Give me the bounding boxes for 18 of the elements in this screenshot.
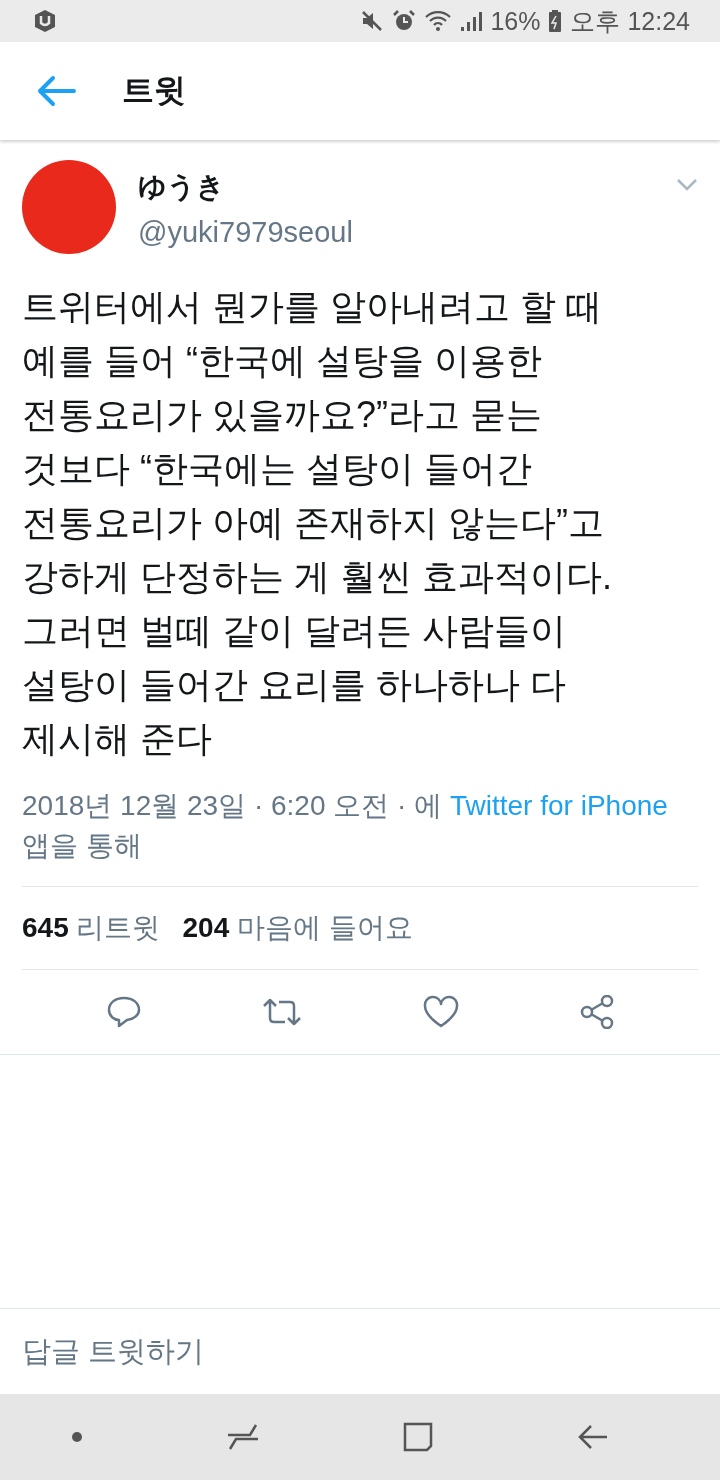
tweet-timestamp: 2018년 12월 23일 · 6:20 오전 · 에 Twitter for iPhone 앱을 통해	[22, 789, 669, 863]
screen-title: 트윗	[122, 71, 186, 110]
square-icon[interactable]	[402, 1421, 435, 1453]
author-name: ゆうき	[138, 170, 226, 204]
recent-apps-icon[interactable]	[225, 1422, 260, 1452]
tweet-text: 트위터에서 뭔가를 알아내려고 할 때 예를 들어 “한국에 설탕을 이용한 전통요리가 있을까요?”라고 묻는 것보다 “한국에는 설탕이 들어간 전통요리가 아예 존재하지 않는다”고 강하게 단정하는 게 훨씬 효과적이다. 그러면 벌떼 같이 달려든 사람들이 설탕이 들어간 요리를 하나하나 다 제시해 준다	[22, 285, 613, 761]
signal-icon	[460, 9, 483, 33]
clock-time: 오후 12:24	[570, 5, 690, 37]
author-handle: @yuki7979seoul	[138, 216, 354, 249]
reply-field[interactable]: 답글 트윗하기	[22, 1327, 698, 1376]
stat-count[interactable]: 645 리트윗	[22, 909, 161, 947]
stat-count[interactable]: 204 마음에 들어요	[182, 909, 413, 947]
home-dot-icon[interactable]	[71, 1431, 84, 1443]
alarm-icon	[392, 9, 417, 33]
wifi-icon	[424, 9, 453, 33]
battery-percentage: 16%	[490, 6, 541, 36]
carrier-logo-icon	[32, 9, 58, 33]
battery-icon	[548, 9, 563, 33]
